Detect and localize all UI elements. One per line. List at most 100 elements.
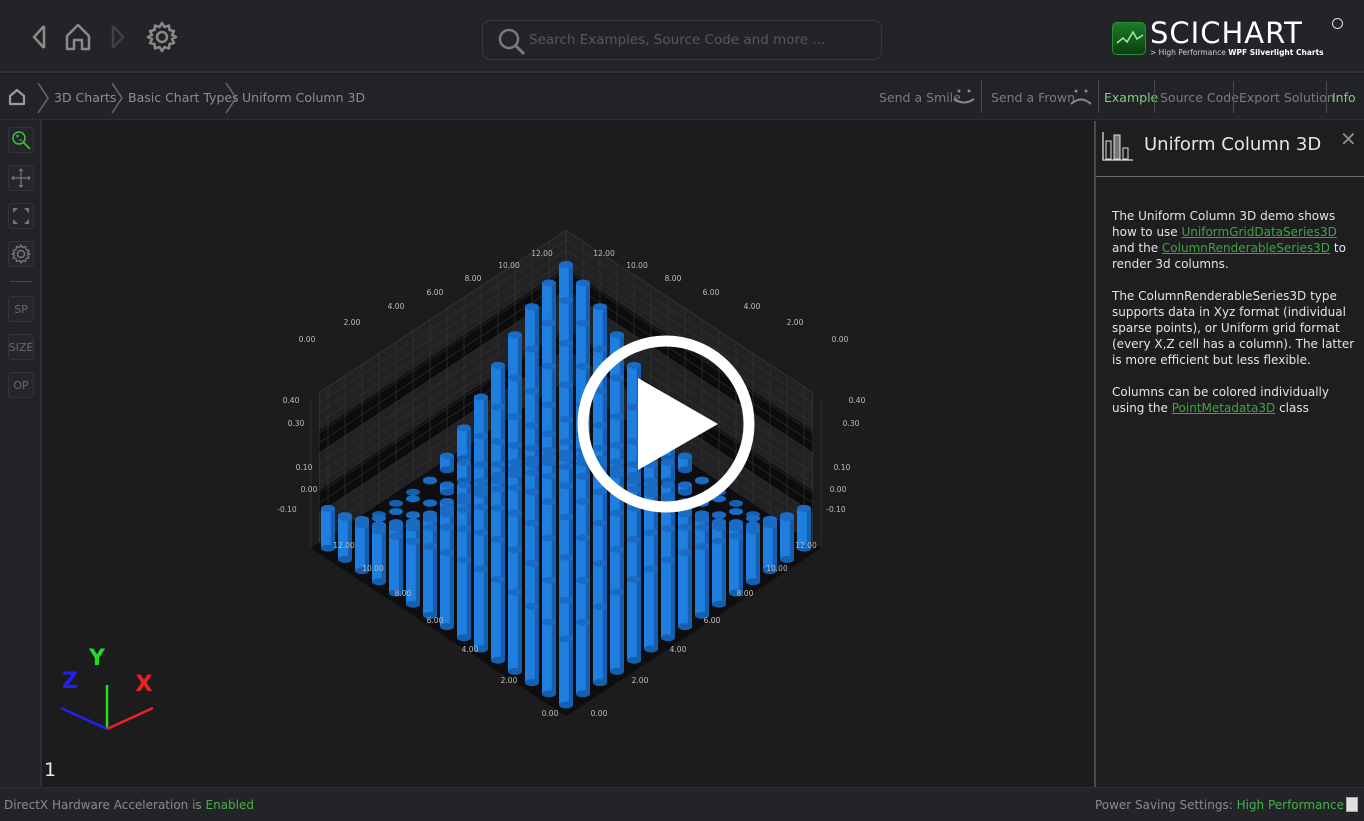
pan-button[interactable] [8,165,34,191]
send-smile-button[interactable]: Send a Smile [879,90,961,105]
column-top [474,461,488,469]
link-uniform-grid-data-series-3d[interactable]: UniformGridDataSeries3D [1182,225,1337,239]
back-z-tick-label: 6.00 [427,288,444,297]
power-settings-button[interactable] [1346,797,1358,812]
top-bar: SCICHART > High Performance WPF Silverli… [0,0,1364,73]
back-x-tick-label: 12.00 [593,249,615,258]
column-top [542,279,556,287]
tab-source-code[interactable]: Source Code [1160,90,1239,105]
tab-info[interactable]: Info [1332,90,1356,105]
column-top [457,497,471,505]
column-top [559,513,573,521]
column-base [559,701,573,709]
settings-gear-icon[interactable] [145,20,179,54]
breadcrumb-chevron-icon [110,81,124,119]
frown-icon[interactable] [1068,86,1094,110]
column-top [542,319,556,327]
column-top [797,504,811,512]
back-z-tick-label: 10.00 [498,261,520,270]
column-shade [398,536,403,593]
close-icon[interactable]: ✕ [1340,127,1357,151]
column-shade [483,568,488,649]
scichart-logo: SCICHART > High Performance WPF Silverli… [1108,16,1348,68]
tab-export-solution[interactable]: Export Solution [1239,90,1335,105]
link-column-renderable-series-3d[interactable]: ColumnRenderableSeries3D [1162,241,1330,255]
sp-button[interactable]: SP [8,296,34,322]
column-top [457,556,471,564]
y-axis-tick-label-left: -0.10 [277,505,297,514]
column-top [593,303,607,311]
column-top [559,454,573,462]
send-frown-button[interactable]: Send a Frown [991,90,1075,105]
column-base [389,499,403,507]
play-video-button[interactable] [576,334,756,514]
chart-surface-3d[interactable]: 0.00 2.00 4.00 6.00 8.00 10.00 12.00 0.00 2.00 4.… [44,121,1094,787]
column-base [627,656,641,664]
column-top [355,521,369,529]
column-top [610,546,624,554]
tab-example[interactable]: Example [1104,90,1158,105]
column-top [508,588,522,596]
link-point-metadata-3d[interactable]: PointMetadata3D [1172,401,1276,415]
y-axis-tick-label-left: 0.10 [296,463,313,472]
column-top [576,319,590,327]
breadcrumb-bar: 3D Charts Basic Chart Types Uniform Colu… [0,75,1364,120]
y-axis-tick-label-left: 0.30 [288,419,305,428]
column-top [593,519,607,527]
column-top [406,537,420,545]
search-input[interactable] [529,29,869,51]
column-top [542,362,556,370]
column-top [423,523,437,531]
column-top [525,469,539,477]
breadcrumb-item-basic-chart-types[interactable]: Basic Chart Types [128,90,239,105]
zoom-extents-button[interactable] [8,203,34,229]
column-top [440,523,454,531]
gizmo-x-label: X [136,672,153,697]
breadcrumb-item-3d-charts[interactable]: 3D Charts [54,90,116,105]
x-axis-tick-label: 12.00 [795,541,817,550]
column-shade [687,552,692,627]
smile-icon[interactable] [951,86,977,110]
column-shade [653,568,658,649]
zoom-modifier-button[interactable] [8,127,34,153]
column-top [423,476,437,484]
column-top [661,556,675,564]
z-axis-tick-label: 10.00 [362,564,384,573]
column-top [712,537,726,545]
search-box[interactable] [482,20,882,60]
chart-settings-button[interactable] [8,241,34,267]
column-top [525,602,539,610]
info-text: and the [1112,241,1162,255]
column-top [712,524,726,532]
column-top [491,535,505,543]
back-icon[interactable] [22,20,56,54]
column-base [508,667,522,675]
column-top [542,401,556,409]
forward-icon[interactable] [105,20,139,54]
column-top [440,452,454,460]
y-axis-tick-label-left: 0.40 [283,396,300,405]
back-x-tick-label: 8.00 [665,274,682,283]
column-base [440,488,454,496]
home-icon[interactable] [62,20,96,54]
column-top [627,576,641,584]
status-value[interactable]: High Performance [1237,798,1344,812]
size-button[interactable]: SIZE [8,334,34,360]
column-top [525,303,539,311]
breadcrumb-item-uniform-column-3d[interactable]: Uniform Column 3D [242,90,365,105]
column-shade [619,592,624,672]
y-axis-tick-label-right: -0.10 [826,505,846,514]
breadcrumb-home-icon[interactable] [8,88,26,110]
op-button[interactable]: OP [8,372,34,398]
column-top [559,261,573,269]
column-top [508,331,522,339]
logo-trademark-icon [1332,18,1343,29]
column-top [491,576,505,584]
column-base [338,555,352,563]
column-top [508,458,522,466]
column-top [525,488,539,496]
y-axis-tick-label-left: 0.00 [301,485,318,494]
column-top [576,534,590,542]
column-top [491,485,505,493]
toolbar-divider [10,281,32,282]
